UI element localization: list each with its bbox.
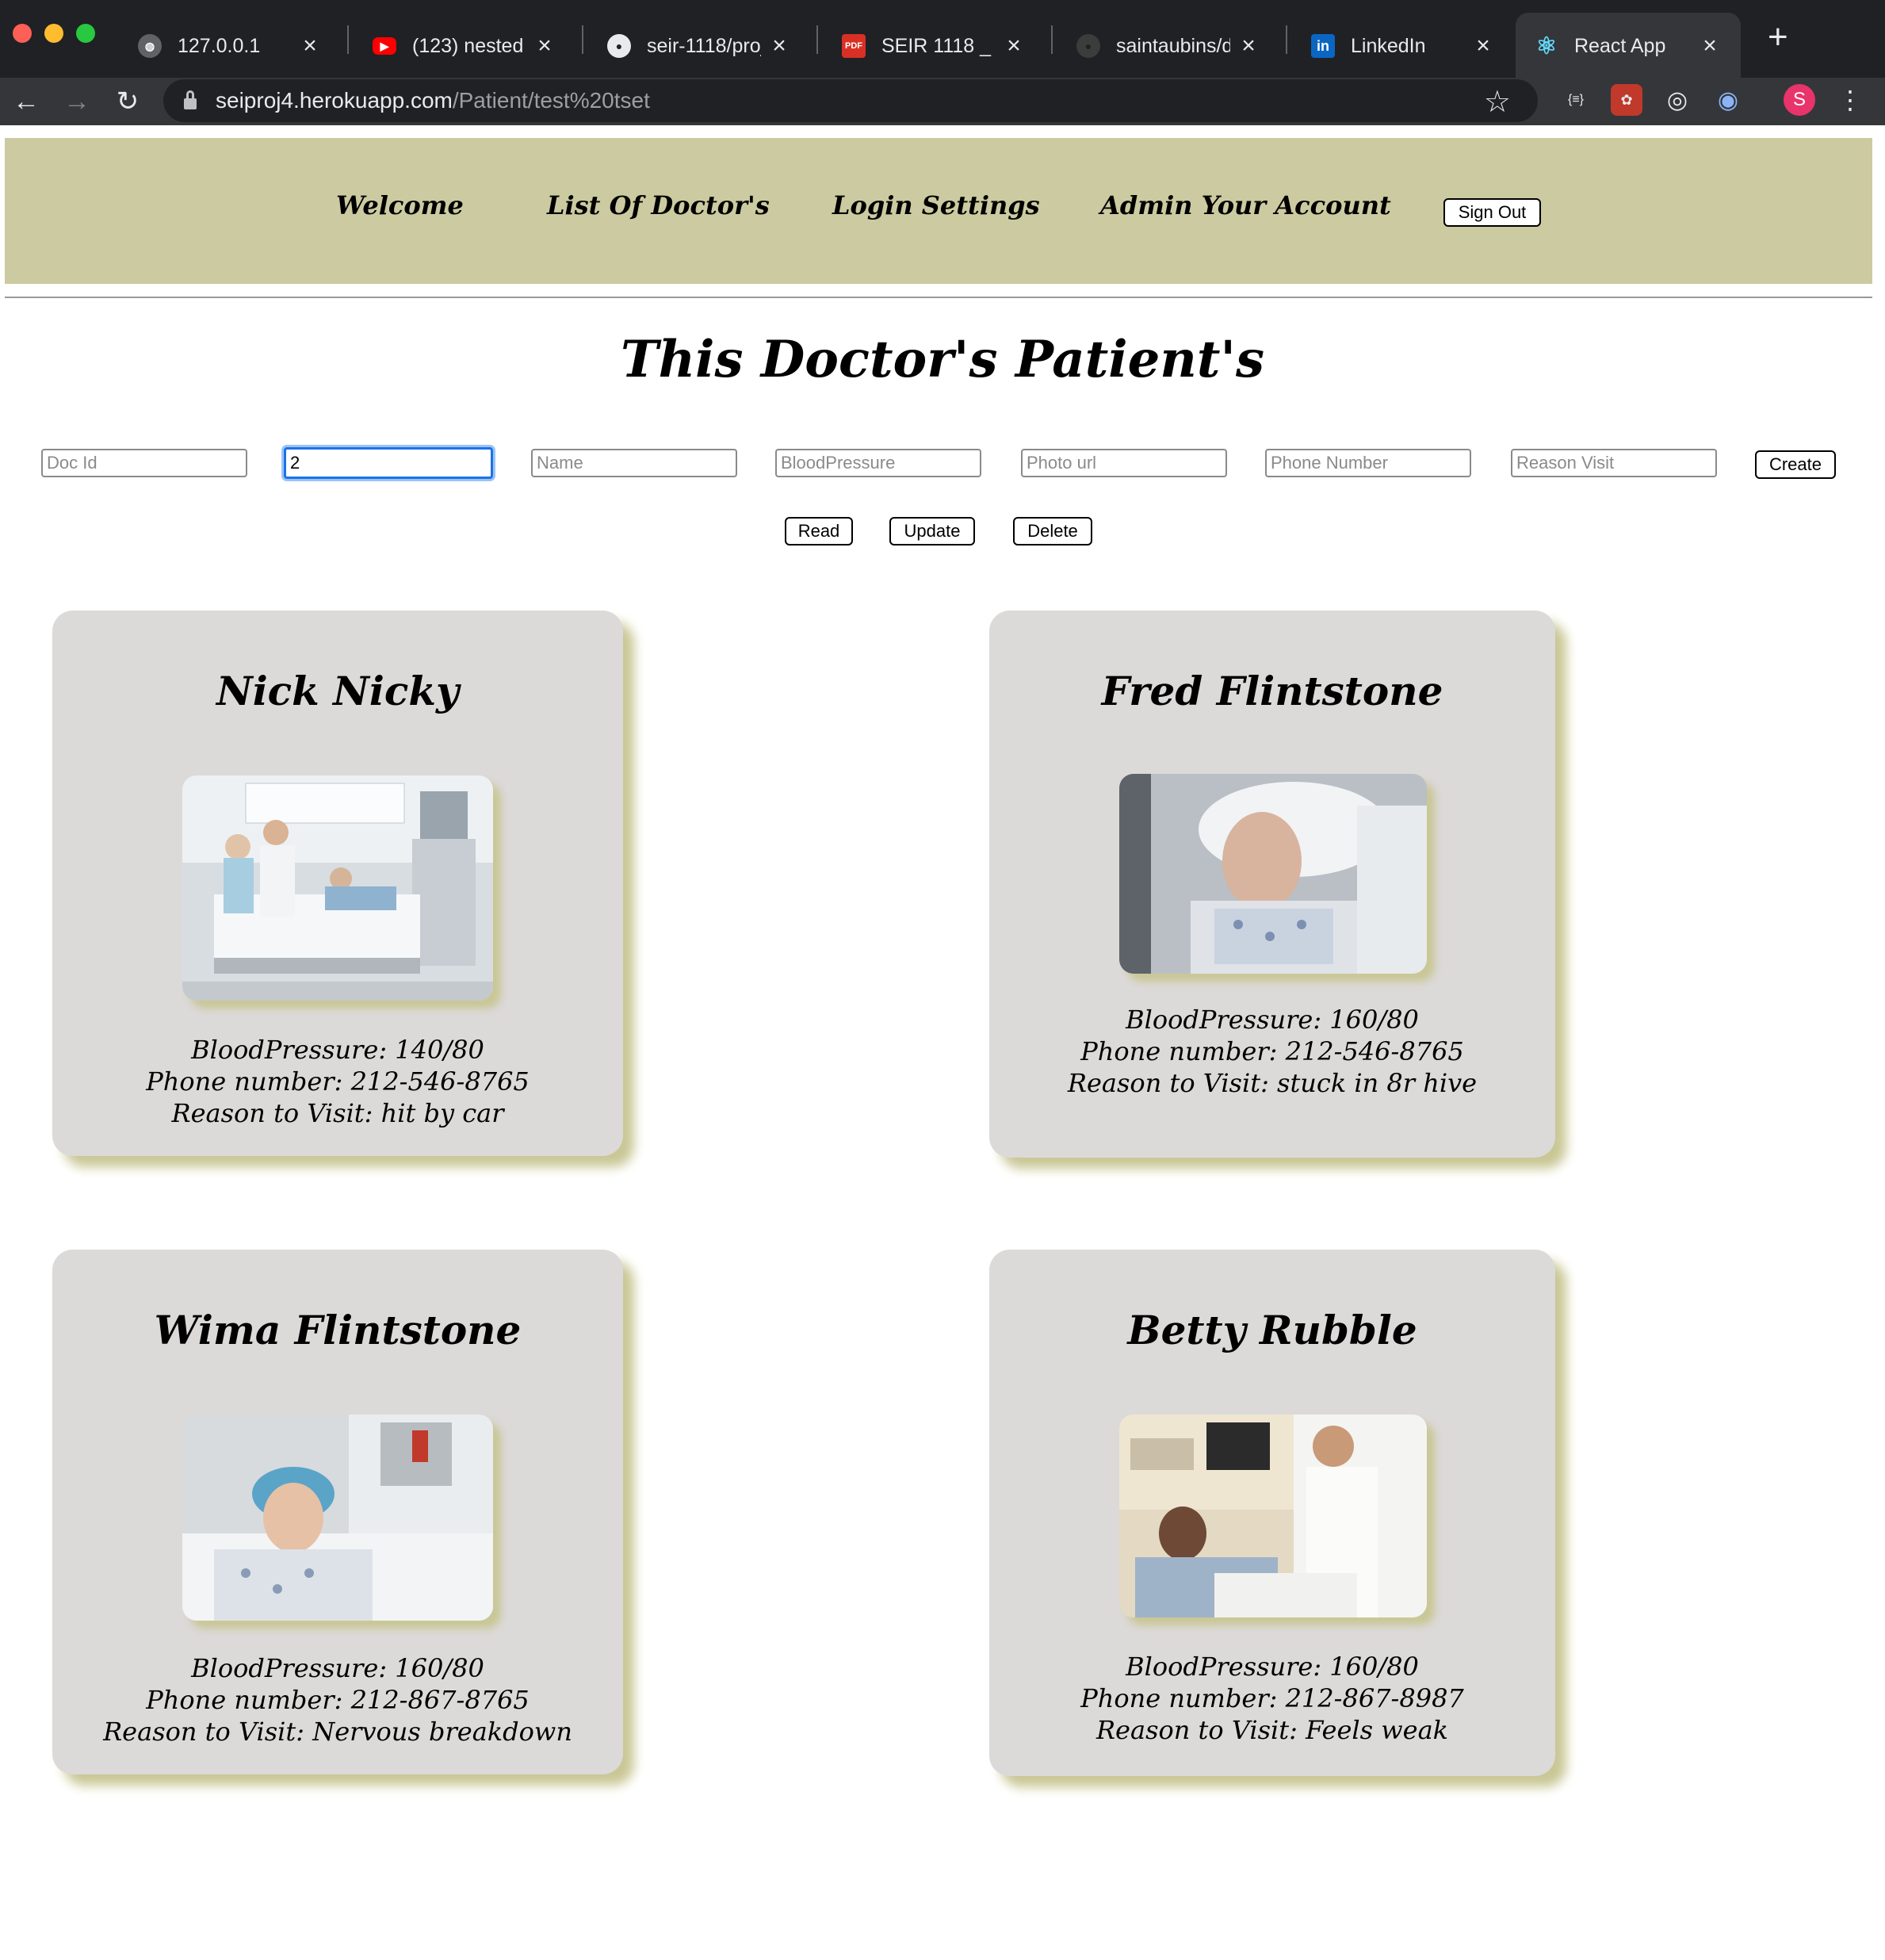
create-button[interactable]: Create [1755, 450, 1836, 479]
nav-link-doctors[interactable]: List Of Doctor's [547, 190, 770, 220]
extension-json-icon[interactable]: {≡} [1560, 84, 1592, 116]
url-host: seiproj4.herokuapp.com [216, 88, 453, 113]
patient-blood-pressure: BloodPressure: 160/80 [191, 1653, 484, 1683]
extension-circle-icon[interactable]: ◉ [1712, 84, 1744, 116]
sign-out-button[interactable]: Sign Out [1443, 198, 1541, 227]
name-input[interactable] [531, 449, 737, 477]
blood-pressure-input[interactable] [775, 449, 981, 477]
phone-number-input[interactable] [1265, 449, 1471, 477]
patient-card: Nick Nicky BloodPressure: 140/80 Phone n… [52, 611, 623, 1156]
globe-icon: ◍ [138, 34, 162, 58]
patient-blood-pressure: BloodPressure: 160/80 [1126, 1652, 1419, 1682]
react-icon: ⚛ [1535, 33, 1558, 59]
youtube-icon: ▶ [373, 37, 396, 55]
doc-id-input[interactable] [41, 449, 247, 477]
bookmark-star-icon[interactable]: ☆ [1484, 84, 1511, 120]
tab-divider [1051, 25, 1053, 54]
patient-photo [1119, 1414, 1427, 1617]
patient-phone: Phone number: 212-867-8987 [1080, 1683, 1464, 1713]
nav-link-admin-account[interactable]: Admin Your Account [1100, 190, 1391, 220]
patient-phone: Phone number: 212-867-8765 [146, 1685, 530, 1715]
nav-link-login-settings[interactable]: Login Settings [832, 190, 1040, 220]
divider [5, 297, 1872, 298]
photo-url-input[interactable] [1021, 449, 1227, 477]
patient-name: Nick Nicky [216, 668, 460, 714]
window-minimize-button[interactable] [44, 24, 63, 43]
patient-phone: Phone number: 212-546-8765 [1080, 1036, 1464, 1066]
lock-icon [184, 90, 197, 109]
patient-photo [182, 1414, 493, 1621]
read-button[interactable]: Read [785, 517, 853, 546]
close-icon[interactable]: × [298, 33, 322, 59]
back-arrow-icon[interactable]: ← [6, 78, 46, 125]
patient-reason: Reason to Visit: stuck in 8r hive [1067, 1068, 1478, 1098]
tab-title: LinkedIn [1351, 34, 1426, 57]
url-path: /Patient/test%20tset [452, 88, 650, 113]
new-tab-icon[interactable]: + [1768, 17, 1788, 57]
close-icon[interactable]: × [1698, 33, 1722, 59]
patient-photo [182, 775, 493, 1001]
patient-id-input[interactable] [284, 447, 493, 479]
avatar[interactable]: S [1784, 84, 1815, 116]
pdf-icon: PDF [842, 34, 866, 58]
window-zoom-button[interactable] [76, 24, 95, 43]
close-icon[interactable]: × [533, 33, 556, 59]
patient-name: Betty Rubble [1127, 1307, 1417, 1353]
page-title: This Doctor's Patient's [621, 330, 1264, 389]
close-icon[interactable]: × [1237, 33, 1260, 59]
nav-link-welcome[interactable]: Welcome [336, 190, 464, 220]
extension-paw-icon[interactable]: ✿ [1611, 84, 1642, 116]
patient-name: Wima Flintstone [154, 1307, 522, 1353]
browser-tab[interactable]: ▶ (123) nested d × [354, 13, 575, 79]
elderly-patient-image [1119, 774, 1427, 974]
github-icon: ● [1076, 34, 1100, 58]
smiling-patient-image [182, 1414, 493, 1621]
patient-phone: Phone number: 212-546-8765 [146, 1066, 530, 1097]
close-icon[interactable]: × [1471, 33, 1495, 59]
patient-blood-pressure: BloodPressure: 140/80 [191, 1035, 484, 1065]
doctor-visit-image [1119, 1414, 1427, 1617]
browser-tab[interactable]: ◍ 127.0.0.1 × [119, 13, 341, 79]
patient-blood-pressure: BloodPressure: 160/80 [1126, 1005, 1419, 1035]
browser-tab[interactable]: ● seir-1118/proje × [588, 13, 810, 79]
github-icon: ● [607, 34, 631, 58]
tab-title: (123) nested d [412, 34, 526, 57]
patient-name: Fred Flintstone [1101, 668, 1443, 714]
forward-arrow-icon[interactable]: → [57, 78, 97, 125]
patient-card: Wima Flintstone BloodPressure: 160/80 Ph… [52, 1250, 623, 1774]
update-button[interactable]: Update [889, 517, 975, 546]
browser-tab[interactable]: PDF SEIR 1118 _ Intr × [823, 13, 1045, 79]
tab-title: saintaubins/do [1116, 34, 1230, 57]
close-icon[interactable]: × [767, 33, 791, 59]
address-bar[interactable]: seiproj4.herokuapp.com/Patient/test%20ts… [163, 79, 1538, 122]
tab-divider [347, 25, 349, 54]
browser-tab[interactable]: in LinkedIn × [1292, 13, 1514, 79]
delete-button[interactable]: Delete [1013, 517, 1092, 546]
patient-reason: Reason to Visit: Feels weak [1095, 1715, 1449, 1745]
tab-divider [582, 25, 583, 54]
patient-card: Fred Flintstone BloodPressure: 160/80 Ph… [989, 611, 1555, 1158]
browser-tab[interactable]: ● saintaubins/do × [1057, 13, 1279, 79]
tab-title: SEIR 1118 _ Intr [881, 34, 996, 57]
hospital-room-image [182, 775, 493, 1001]
reason-visit-input[interactable] [1511, 449, 1717, 477]
browser-tab-active[interactable]: ⚛ React App × [1516, 13, 1741, 79]
linkedin-icon: in [1311, 34, 1335, 58]
patient-photo [1119, 774, 1427, 974]
tab-title: React App [1574, 34, 1666, 57]
menu-kebab-icon[interactable]: ⋮ [1834, 84, 1866, 116]
patient-reason: Reason to Visit: hit by car [171, 1098, 504, 1128]
close-icon[interactable]: × [1002, 33, 1026, 59]
tab-title: seir-1118/proje [647, 34, 761, 57]
tab-title: 127.0.0.1 [178, 34, 261, 57]
tab-divider [816, 25, 818, 54]
reload-icon[interactable]: ↻ [108, 78, 147, 125]
patient-reason: Reason to Visit: Nervous breakdown [103, 1717, 572, 1747]
window-close-button[interactable] [13, 24, 32, 43]
tab-divider [1286, 25, 1287, 54]
patient-card: Betty Rubble BloodPressure: 160/80 Phone… [989, 1250, 1555, 1776]
extension-target-icon[interactable]: ◎ [1661, 84, 1693, 116]
